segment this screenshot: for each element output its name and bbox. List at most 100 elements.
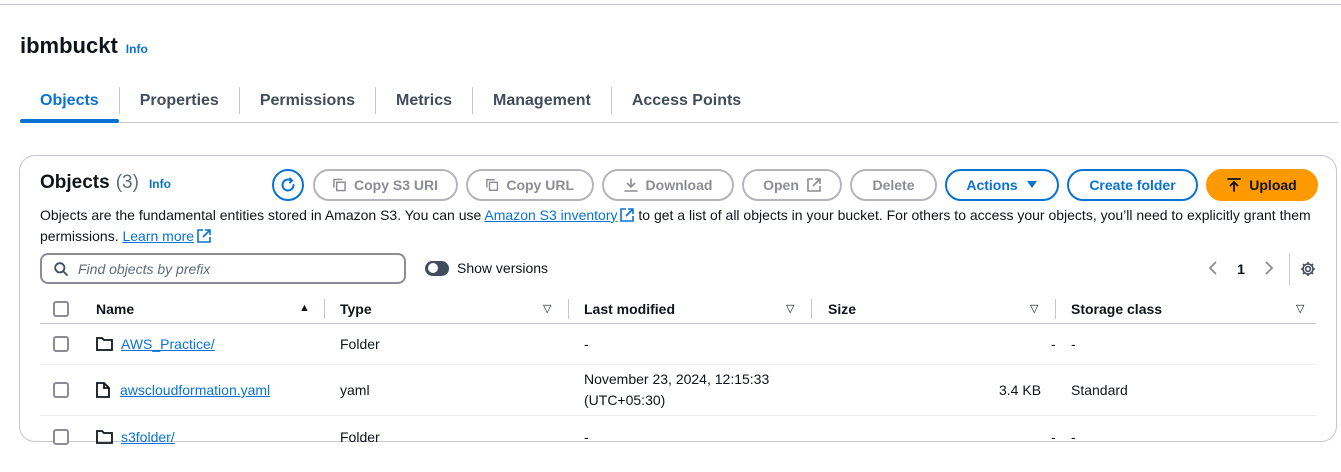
last-modified-cell: November 23, 2024, 12:15:33 (UTC+05:30) bbox=[584, 369, 769, 411]
download-icon bbox=[623, 178, 638, 192]
upload-button[interactable]: Upload bbox=[1206, 169, 1318, 201]
column-header-last-modified[interactable]: Last modified bbox=[584, 301, 675, 317]
column-header-type[interactable]: Type bbox=[340, 301, 372, 317]
row-select-cell bbox=[53, 428, 69, 445]
download-label: Download bbox=[645, 177, 713, 193]
objects-info-link[interactable]: Info bbox=[149, 177, 171, 191]
object-name-link[interactable]: awscloudformation.yaml bbox=[120, 382, 270, 398]
storage-class-cell: Standard bbox=[1071, 382, 1128, 398]
actions-label: Actions bbox=[966, 177, 1018, 193]
objects-panel-header: Objects (3) Info bbox=[40, 172, 171, 194]
search-input[interactable] bbox=[78, 260, 378, 277]
size-cell: - bbox=[1051, 428, 1056, 445]
size-cell: - bbox=[1051, 336, 1056, 352]
chevron-right-icon bbox=[1265, 260, 1274, 275]
objects-table: Name ▲ Type ▽ Last modified ▽ Size ▽ Sto… bbox=[40, 294, 1316, 457]
row-checkbox[interactable] bbox=[53, 382, 69, 398]
show-versions-label: Show versions bbox=[457, 260, 549, 276]
header-info-link[interactable]: Info bbox=[126, 42, 148, 56]
preferences-button[interactable] bbox=[1300, 261, 1316, 277]
name-cell: awscloudformation.yaml bbox=[96, 382, 270, 398]
toggle-switch[interactable] bbox=[425, 260, 449, 276]
column-divider bbox=[1055, 299, 1056, 319]
create-folder-button[interactable]: Create folder bbox=[1067, 169, 1198, 201]
objects-panel: Objects (3) Info Copy S3 URI Copy URL Do… bbox=[19, 155, 1337, 445]
actions-dropdown-button[interactable]: Actions bbox=[945, 169, 1059, 201]
copy-icon bbox=[486, 179, 499, 191]
sort-caret-icon[interactable]: ▽ bbox=[1296, 302, 1304, 315]
tab-management[interactable]: Management bbox=[473, 80, 611, 122]
name-cell: s3folder/ bbox=[96, 429, 175, 445]
open-label: Open bbox=[763, 177, 799, 193]
external-link-icon bbox=[807, 178, 821, 192]
column-header-name[interactable]: Name bbox=[96, 301, 134, 317]
copy-url-button[interactable]: Copy URL bbox=[466, 169, 594, 201]
next-page-button[interactable] bbox=[1255, 258, 1283, 281]
chevron-left-icon bbox=[1208, 260, 1217, 275]
caret-down-icon bbox=[1026, 181, 1037, 188]
delete-button[interactable]: Delete bbox=[850, 169, 937, 201]
table-row[interactable]: s3folder/ Folder - - - bbox=[40, 416, 1316, 457]
bucket-tabs: Objects Properties Permissions Metrics M… bbox=[20, 80, 1338, 123]
previous-page-button[interactable] bbox=[1199, 258, 1227, 281]
type-cell: Folder bbox=[340, 336, 380, 352]
upload-label: Upload bbox=[1249, 177, 1297, 193]
download-button[interactable]: Download bbox=[602, 169, 734, 201]
name-cell: AWS_Practice/ bbox=[96, 336, 215, 352]
column-divider bbox=[568, 299, 569, 319]
table-row[interactable]: AWS_Practice/ Folder - - - bbox=[40, 324, 1316, 365]
table-row[interactable]: awscloudformation.yaml yaml November 23,… bbox=[40, 365, 1316, 416]
column-divider bbox=[324, 299, 325, 319]
s3-inventory-link[interactable]: Amazon S3 inventory bbox=[484, 207, 617, 223]
external-link-icon bbox=[620, 208, 635, 222]
refresh-button[interactable] bbox=[272, 169, 304, 201]
pager-divider bbox=[1289, 253, 1290, 285]
create-folder-label: Create folder bbox=[1089, 177, 1176, 193]
page-title: ibmbuckt bbox=[20, 33, 118, 58]
type-cell: Folder bbox=[340, 428, 380, 445]
tab-objects[interactable]: Objects bbox=[20, 80, 119, 123]
gear-icon bbox=[1301, 262, 1315, 276]
sort-caret-icon[interactable]: ▽ bbox=[1030, 302, 1038, 315]
type-cell: yaml bbox=[340, 382, 370, 398]
upload-icon bbox=[1227, 178, 1242, 192]
copy-icon bbox=[333, 178, 346, 192]
copy-s3-uri-button[interactable]: Copy S3 URI bbox=[313, 169, 458, 201]
select-all-checkbox[interactable] bbox=[53, 300, 69, 317]
row-checkbox[interactable] bbox=[53, 336, 69, 352]
row-checkbox[interactable] bbox=[53, 428, 69, 445]
sort-ascending-icon[interactable]: ▲ bbox=[299, 302, 310, 314]
sort-caret-icon[interactable]: ▽ bbox=[543, 302, 551, 315]
size-cell: 3.4 KB bbox=[999, 382, 1042, 398]
folder-icon bbox=[96, 429, 113, 444]
delete-label: Delete bbox=[872, 177, 915, 193]
objects-description: Objects are the fundamental entities sto… bbox=[40, 205, 1320, 247]
tab-properties[interactable]: Properties bbox=[120, 80, 239, 122]
last-modified-cell: - bbox=[584, 336, 589, 352]
column-header-storage-class[interactable]: Storage class bbox=[1071, 301, 1162, 317]
sort-caret-icon[interactable]: ▽ bbox=[786, 302, 794, 315]
row-select-cell bbox=[53, 382, 69, 398]
select-all-cell bbox=[53, 300, 69, 317]
column-header-size[interactable]: Size bbox=[828, 301, 856, 317]
tab-access-points[interactable]: Access Points bbox=[612, 80, 761, 122]
show-versions-toggle[interactable]: Show versions bbox=[425, 260, 548, 276]
tab-permissions[interactable]: Permissions bbox=[240, 80, 375, 122]
external-link-icon bbox=[197, 229, 211, 243]
learn-more-link[interactable]: Learn more bbox=[122, 228, 194, 244]
folder-icon bbox=[96, 337, 113, 351]
last-modified-timezone: (UTC+05:30) bbox=[584, 392, 666, 408]
objects-toolbar: Copy S3 URI Copy URL Download Open Delet… bbox=[272, 169, 1318, 201]
tab-metrics[interactable]: Metrics bbox=[376, 80, 472, 122]
storage-class-cell: - bbox=[1071, 428, 1076, 445]
last-modified-cell: - bbox=[584, 428, 589, 445]
search-box bbox=[40, 253, 406, 284]
open-button[interactable]: Open bbox=[742, 169, 842, 201]
description-text-1: Objects are the fundamental entities sto… bbox=[40, 207, 485, 223]
object-name-link[interactable]: AWS_Practice/ bbox=[121, 336, 215, 352]
column-divider bbox=[811, 299, 812, 319]
objects-count: (3) bbox=[115, 172, 139, 193]
refresh-icon bbox=[281, 177, 295, 192]
current-page[interactable]: 1 bbox=[1227, 261, 1255, 277]
object-name-link[interactable]: s3folder/ bbox=[121, 429, 175, 445]
